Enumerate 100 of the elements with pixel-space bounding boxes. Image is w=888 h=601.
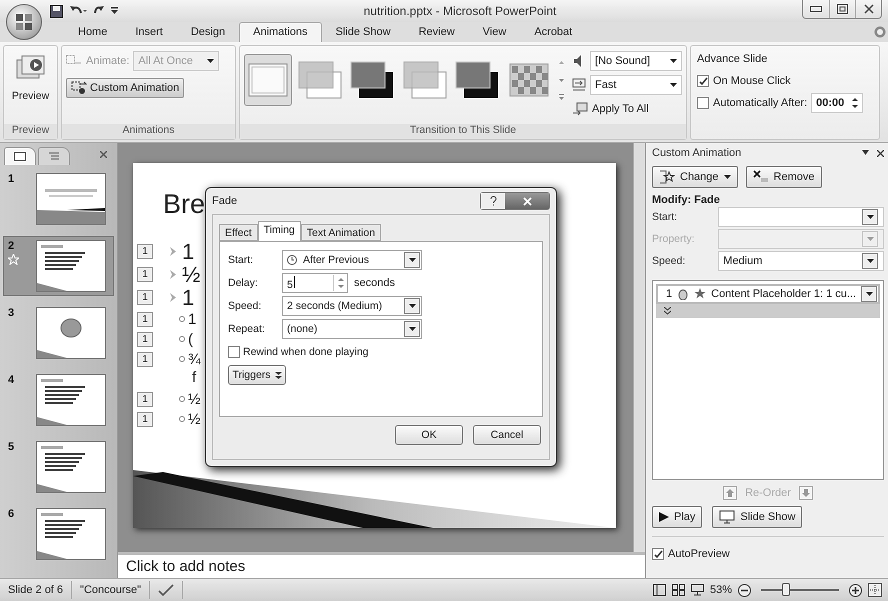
slide-thumbnail [36, 374, 106, 426]
spell-check-icon[interactable] [158, 584, 174, 596]
change-button[interactable]: Change [652, 166, 738, 188]
animation-list-item[interactable]: 1 Content Placeholder 1: 1 cu... [656, 284, 880, 304]
remove-button[interactable]: Remove [746, 166, 822, 188]
animation-tag[interactable]: 1 [137, 312, 153, 326]
bullet-text: 1 [182, 238, 194, 264]
office-button[interactable] [6, 4, 42, 40]
ribbon-tab[interactable]: View [468, 22, 520, 42]
repeat-dropdown[interactable]: (none) [282, 319, 422, 339]
slide-thumbnail [36, 240, 106, 292]
blank-transition-icon [248, 63, 288, 97]
customize-toolbar-icon[interactable] [111, 7, 118, 15]
animation-tag[interactable]: 1 [137, 352, 153, 366]
zoom-out-icon[interactable] [738, 584, 751, 596]
dialog-tab[interactable]: Text Animation [300, 224, 382, 241]
expand-icon[interactable] [664, 307, 671, 315]
slideshow-view-icon[interactable] [690, 584, 704, 596]
caret-icon [866, 259, 874, 263]
dialog-tab[interactable]: Timing [258, 221, 301, 241]
slide-number: 2 [8, 240, 16, 252]
checkbox[interactable] [697, 75, 709, 87]
zoom-slider-thumb[interactable] [782, 583, 790, 596]
slide-thumbnail-row[interactable]: 1 [3, 169, 114, 229]
slide-thumbnail-row[interactable]: 6 [3, 504, 114, 564]
close-button[interactable] [505, 193, 549, 209]
field-label: Speed: [652, 255, 686, 267]
ribbon-tab[interactable]: Acrobat [520, 22, 586, 42]
bullet-text: ½ [188, 390, 201, 408]
animation-tag[interactable]: 1 [137, 290, 153, 305]
ribbon-tab[interactable]: Review [404, 22, 469, 42]
speed-dropdown[interactable]: Fast [590, 75, 682, 95]
slide-thumbnail-row[interactable]: 5 [3, 437, 114, 497]
help-icon[interactable] [874, 26, 886, 38]
close-pane-icon[interactable] [100, 151, 107, 158]
close-icon[interactable] [877, 150, 884, 156]
ribbon-tab[interactable]: Home [64, 22, 122, 42]
apply-to-all-button[interactable]: Apply To All [572, 98, 682, 120]
outline-icon [48, 152, 60, 161]
start-dropdown[interactable] [718, 207, 884, 227]
rewind-checkbox[interactable] [228, 346, 240, 358]
save-icon[interactable] [50, 4, 63, 18]
animation-tag[interactable]: 1 [137, 412, 153, 426]
sorter-view-icon[interactable] [672, 584, 685, 596]
circle-bullet-icon [179, 396, 185, 402]
fit-to-window-icon[interactable] [868, 583, 882, 597]
animation-tag[interactable]: 1 [137, 392, 153, 406]
time-spinner[interactable]: 00:00 [811, 93, 864, 113]
checkbox[interactable] [697, 97, 709, 109]
group-label: Animations [62, 124, 235, 139]
cancel-button[interactable]: Cancel [473, 425, 541, 445]
caret-icon [724, 175, 731, 179]
bullet-text: 1 [182, 284, 194, 310]
field-label: Speed: [228, 300, 262, 312]
checkbox-label: Rewind when done playing [243, 346, 369, 358]
spinner-arrows-icon [852, 98, 858, 108]
zoom-in-icon[interactable] [849, 584, 862, 596]
pane-menu-icon[interactable] [862, 150, 869, 154]
circle-bullet-icon [179, 336, 185, 342]
sound-dropdown[interactable]: [No Sound] [590, 51, 682, 71]
bullet-text: ½ [188, 410, 201, 428]
notes-field[interactable]: Click to add notes [118, 552, 645, 578]
preview-button[interactable]: Preview [8, 50, 53, 120]
circle-bullet-icon [179, 316, 185, 322]
animation-tag[interactable]: 1 [137, 244, 153, 259]
unit-label: seconds [354, 277, 395, 289]
move-down-icon[interactable] [798, 486, 813, 500]
arrow-bullet-icon [170, 270, 176, 279]
ribbon-tab[interactable]: Insert [121, 22, 177, 42]
dialog-tab[interactable]: Effect [219, 224, 258, 241]
animate-label: Animate: [86, 55, 130, 67]
circle-bullet-icon [179, 416, 185, 422]
speed-dropdown[interactable]: 2 seconds (Medium) [282, 296, 422, 316]
autopreview-checkbox[interactable] [652, 548, 664, 560]
ribbon-tab[interactable]: Slide Show [322, 22, 405, 42]
ribbon-tab[interactable]: Animations [239, 22, 322, 42]
animation-tag[interactable]: 1 [137, 332, 153, 346]
move-up-icon[interactable] [723, 486, 738, 500]
dissolve-transition-icon [508, 63, 549, 97]
ok-button[interactable]: OK [395, 425, 463, 445]
outline-tab[interactable] [38, 147, 70, 165]
slide-title: Bre [163, 189, 206, 220]
delay-spinner[interactable]: 5 [282, 273, 348, 293]
normal-view-icon[interactable] [652, 584, 666, 596]
slides-tab[interactable] [4, 147, 36, 165]
vertical-scrollbar[interactable] [633, 143, 645, 552]
animation-tag[interactable]: 1 [137, 267, 153, 282]
close-icon [864, 4, 874, 14]
speed-dropdown[interactable]: Medium [718, 251, 884, 271]
slide-show-button[interactable]: Slide Show [712, 506, 802, 528]
field-label: Property: [652, 233, 696, 245]
start-dropdown[interactable]: After Previous [282, 250, 422, 270]
triggers-button[interactable]: Triggers [228, 365, 286, 385]
slide-thumbnail-row[interactable]: 2 [3, 236, 114, 296]
custom-animation-button[interactable]: Custom Animation [66, 78, 184, 98]
ribbon-tab[interactable]: Design [176, 22, 240, 42]
question-mark-icon [490, 196, 496, 206]
slide-thumbnail-row[interactable]: 4 [3, 370, 114, 430]
play-button[interactable]: Play [652, 506, 702, 528]
slide-thumbnail-row[interactable]: 3 [3, 303, 114, 363]
